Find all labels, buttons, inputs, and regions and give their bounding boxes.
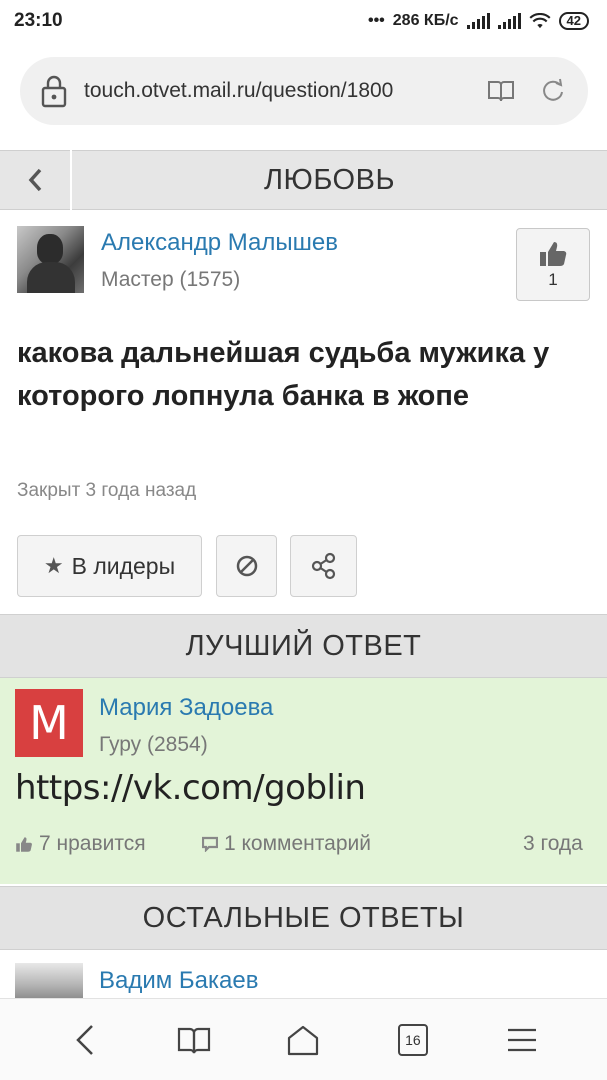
lock-icon xyxy=(41,75,67,108)
answer-age: 3 года xyxy=(523,832,583,855)
like-count: 1 xyxy=(548,269,558,289)
avatar[interactable] xyxy=(17,226,84,293)
comments-count: 1 комментарий xyxy=(224,832,371,855)
status-time: 23:10 xyxy=(14,10,63,31)
best-answer-header: ЛУЧШИЙ ОТВЕТ xyxy=(0,614,607,678)
thumbs-up-icon xyxy=(540,241,567,266)
best-answer-text[interactable]: https://vk.com/goblin xyxy=(15,768,366,808)
best-answer-rank: Гуру (2854) xyxy=(99,733,208,756)
thumbs-up-icon xyxy=(16,836,32,852)
status-dots: ••• xyxy=(367,12,385,29)
battery-icon: 42 xyxy=(558,12,589,30)
comment-icon xyxy=(202,836,218,852)
home-icon xyxy=(288,1025,319,1055)
to-leaders-label: В лидеры xyxy=(71,552,176,579)
network-speed: 286 КБ/с xyxy=(392,12,459,29)
tabs-icon: 16 xyxy=(397,1023,428,1056)
url-text[interactable]: touch.otvet.mail.ru/question/1800 xyxy=(84,79,464,103)
reload-icon[interactable] xyxy=(538,76,568,106)
star-icon: ★ xyxy=(43,553,64,578)
best-answer-author[interactable]: Мария Задоева xyxy=(99,694,273,722)
status-bar: 23:10 ••• 286 КБ/с 42 xyxy=(0,0,607,42)
like-button[interactable]: 1 xyxy=(516,228,590,301)
bookmarks-button[interactable] xyxy=(169,1015,219,1065)
status-indicators: ••• 286 КБ/с 42 xyxy=(368,12,589,30)
avatar[interactable]: M xyxy=(15,689,83,757)
likes-button[interactable]: 7 нравится xyxy=(15,832,146,856)
block-icon xyxy=(236,555,257,577)
home-button[interactable] xyxy=(278,1015,328,1065)
reader-mode-icon[interactable] xyxy=(486,76,516,106)
back-button[interactable] xyxy=(0,150,72,210)
signal-icon xyxy=(466,13,490,29)
chevron-left-icon xyxy=(28,168,42,192)
category-header: ЛЮБОВЬ xyxy=(0,150,607,210)
question-status: Закрыт 3 года назад xyxy=(17,480,197,501)
author-rank: Мастер (1575) xyxy=(101,268,241,291)
comments-button[interactable]: 1 комментарий xyxy=(202,832,371,856)
share-icon xyxy=(311,552,335,580)
menu-icon xyxy=(508,1028,537,1051)
answer-author[interactable]: Вадим Бакаев xyxy=(99,967,259,995)
likes-count: 7 нравится xyxy=(39,832,146,855)
address-bar[interactable]: touch.otvet.mail.ru/question/1800 xyxy=(20,57,588,125)
wifi-icon xyxy=(529,13,551,29)
author-name[interactable]: Александр Малышев xyxy=(101,229,338,257)
bookmarks-icon xyxy=(177,1027,211,1053)
back-icon xyxy=(75,1024,93,1055)
avatar[interactable] xyxy=(15,963,83,999)
to-leaders-button[interactable]: ★ В лидеры xyxy=(17,535,202,597)
tabs-button[interactable]: 16 xyxy=(388,1015,438,1065)
question-title: какова дальнейшая судьба мужика у которо… xyxy=(17,337,550,412)
other-answers-header: ОСТАЛЬНЫЕ ОТВЕТЫ xyxy=(0,886,607,950)
signal-icon-2 xyxy=(497,13,521,29)
block-button[interactable] xyxy=(216,535,277,597)
back-button[interactable] xyxy=(60,1015,110,1065)
share-button[interactable] xyxy=(290,535,357,597)
browser-bottom-nav: 16 xyxy=(0,998,607,1080)
category-title[interactable]: ЛЮБОВЬ xyxy=(72,164,607,197)
menu-button[interactable] xyxy=(497,1015,547,1065)
